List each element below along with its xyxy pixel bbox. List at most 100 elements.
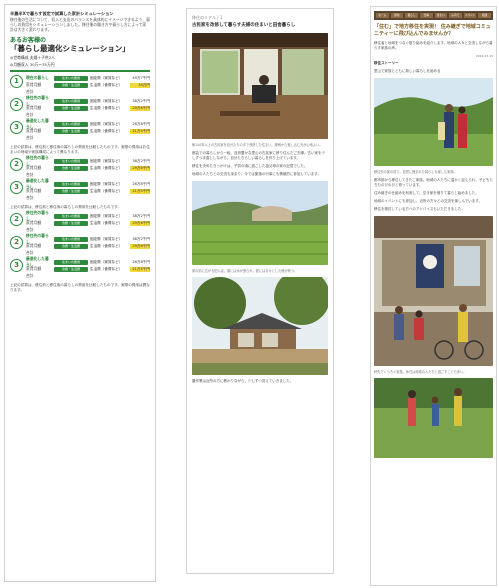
step-number-badge: 2 bbox=[10, 157, 23, 171]
article-text-2: 移住を決めたきっかけは、子供の頃に過ごした祖父母の家の記憶でした。 bbox=[192, 163, 308, 168]
step-number-badge: 3 bbox=[10, 120, 23, 134]
row-sub-label: 合計 bbox=[26, 273, 34, 279]
household-meta: ◎世帯構成 夫婦＋子供2人 bbox=[10, 54, 55, 60]
feature-text-3: 地域のイベントにも参加し、近所の方々との交流を楽しんでいます。 bbox=[374, 198, 482, 203]
note-3: 上記の試算は、移住前と移住後の暮らしの費用を比較したものです。実際の費用は異なり… bbox=[10, 282, 150, 292]
cost-amount-highlight: 29万6千円 bbox=[130, 165, 150, 171]
income-meta: ◎月額収入 30万〜35万円 bbox=[10, 61, 55, 67]
step-rows: 移住先の暮らし 住まいの費用 固定費（家賃など） 38万2千円 家賃月額 食費・… bbox=[26, 210, 150, 234]
nav-item[interactable]: 暮らし bbox=[405, 13, 418, 18]
cost-label: 生活費（食費など） bbox=[90, 266, 123, 271]
cost-amount: 38万2千円 bbox=[132, 236, 150, 241]
article-text-1: 都会での暮らしから一転、自然豊かな里山の古民家に移り住んだご夫婦。古い家を少しず… bbox=[192, 150, 325, 160]
feature-title: 「住む」で地方移住を実現！ 住み継ぎで地域コミュニティーに飛び込んでみませんか？ bbox=[374, 24, 491, 37]
step-heading: 現在の暮らし bbox=[26, 75, 49, 81]
nav-item[interactable]: 移住 bbox=[390, 13, 404, 18]
nav-item[interactable]: ホーム bbox=[376, 13, 389, 18]
cost-amount: 38万2千円 bbox=[132, 98, 150, 103]
steps-group-a: 1 現在の暮らし 住まいの費用 固定費（家賃など） 49万7千円 家賃月額 食費… bbox=[10, 74, 150, 142]
category-button[interactable]: 食費・生活費 bbox=[54, 165, 88, 171]
step-row: 現在の暮らし 住まいの費用 固定費（家賃など） 49万7千円 bbox=[26, 75, 150, 82]
category-button[interactable]: 住まいの費用 bbox=[54, 121, 88, 127]
caption-1: 築100年以上の古民家を自分たちの手で改修した住まい。縁側から差し込む光が心地よ… bbox=[192, 143, 323, 147]
category-button[interactable]: 住まいの費用 bbox=[54, 213, 88, 219]
step-rows: 最適化した暮らし 住まいの費用 固定費（家賃など） 26万8千円 家賃月額 食費… bbox=[26, 178, 150, 202]
step-row: 合計 bbox=[26, 195, 150, 202]
simulation-step: 3 最適化した暮らし 住まいの費用 固定費（家賃など） 26万8千円 家賃月額 … bbox=[10, 118, 150, 142]
section-heading: 移住ストーリー bbox=[374, 61, 399, 66]
simulation-step: 3 最適化した暮らし 住まいの費用 固定費（家賃など） 26万8千円 家賃月額 … bbox=[10, 178, 150, 202]
cost-amount-highlight: 21万5千円 bbox=[130, 266, 150, 272]
step-number-badge: 1 bbox=[10, 74, 23, 88]
category-button[interactable]: 住まいの費用 bbox=[54, 181, 88, 187]
category-button[interactable]: 住まいの費用 bbox=[54, 259, 88, 265]
cost-label: 生活費（食費など） bbox=[90, 220, 123, 225]
category-button[interactable]: 食費・生活費 bbox=[54, 220, 88, 226]
top-nav: ホーム 移住 暮らし 仕事 住まい 子育て イベント 相談 bbox=[374, 11, 493, 20]
category-button[interactable]: 食費・生活費 bbox=[54, 266, 88, 272]
step-rows: 最適化した暮らし 住まいの費用 固定費（家賃など） 26万8千円 家賃月額 食費… bbox=[26, 118, 150, 142]
cost-label: 生活費（食費など） bbox=[90, 105, 123, 110]
cost-label: 固定費（家賃など） bbox=[90, 259, 123, 264]
row-sub-label: 家賃月額 bbox=[26, 165, 42, 171]
step-row: 最適化した暮らし 住まいの費用 固定費（家賃など） 26万8千円 bbox=[26, 178, 150, 189]
porch-photo bbox=[374, 215, 493, 366]
step-row: 移住先の暮らし 住まいの費用 固定費（家賃など） 38万2千円 bbox=[26, 210, 150, 221]
simulation-step: 2 移住先の暮らし 住まいの費用 固定費（家賃など） 38万2千円 家賃月額 食… bbox=[10, 210, 150, 234]
category-button[interactable]: 食費・生活費 bbox=[54, 105, 88, 111]
feature-text-4: 移住を検討している方へのアドバイスもいただきました。 bbox=[374, 206, 465, 211]
cost-label: 固定費（家賃など） bbox=[90, 158, 123, 163]
feature-panel: ホーム 移住 暮らし 仕事 住まい 子育て イベント 相談 「住む」で地方移住を… bbox=[370, 6, 497, 586]
cost-label: 生活費（食費など） bbox=[90, 128, 123, 133]
steps-group-b: 2 移住先の暮らし 住まいの費用 固定費（家賃など） 38万2千円 家賃月額 食… bbox=[10, 155, 150, 202]
category-button[interactable]: 食費・生活費 bbox=[54, 82, 88, 88]
yard-photo bbox=[374, 378, 493, 459]
step-number-badge: 2 bbox=[10, 97, 23, 111]
category-button[interactable]: 食費・生活費 bbox=[54, 128, 88, 134]
category-button[interactable]: 住まいの費用 bbox=[54, 236, 88, 242]
step-row: 合計 bbox=[26, 135, 150, 142]
rice-field-photo bbox=[192, 180, 328, 265]
divider bbox=[10, 69, 150, 72]
step-rows: 現在の暮らし 住まいの費用 固定費（家賃など） 49万7千円 家賃月額 食費・生… bbox=[26, 75, 150, 96]
nav-item[interactable]: 住まい bbox=[434, 13, 448, 18]
category-button[interactable]: 住まいの費用 bbox=[54, 158, 88, 164]
step-number-badge: 3 bbox=[10, 258, 23, 272]
article-text-3: 地域の人たちとの交流も深まり、今では集落の行事にも積極的に参加しています。 bbox=[192, 171, 321, 176]
caption-2: 家の前に広がる田んぼ。春には水が張られ、夏には青々とした稲が育つ。 bbox=[192, 268, 298, 273]
row-sub-label: 家賃月額 bbox=[26, 243, 42, 249]
simulation-step: 2 移住先の暮らし 住まいの費用 固定費（家賃など） 38万2千円 家賃月額 食… bbox=[10, 155, 150, 179]
step-row: 家賃月額 食費・生活費 生活費（食費など） 21万5千円 bbox=[26, 128, 150, 135]
step-row: 家賃月額 食費・生活費 生活費（食費など） 21万5千円 bbox=[26, 266, 150, 273]
nav-item[interactable]: 相談 bbox=[478, 13, 491, 18]
row-sub-label: 家賃月額 bbox=[26, 220, 42, 226]
category-button[interactable]: 住まいの費用 bbox=[54, 75, 88, 81]
step-rows: 移住先の暮らし 住まいの費用 固定費（家賃など） 38万2千円 家賃月額 食費・… bbox=[26, 155, 150, 179]
row-sub-label: 家賃月額 bbox=[26, 188, 42, 194]
note: 上記の試算は、移住前と移住後の暮らしの費用を比較したものです。実際の費用はお住ま… bbox=[10, 144, 150, 154]
feature-text-1: 都市部から移住してきたご家族。地域の人たちに温かく迎えられ、子どもたちものびのび… bbox=[374, 177, 493, 187]
category-button[interactable]: 住まいの費用 bbox=[54, 98, 88, 104]
nav-item[interactable]: 子育て bbox=[449, 13, 462, 18]
family-photo bbox=[374, 78, 493, 167]
simulation-step: 2 移住先の暮らし 住まいの費用 固定費（家賃など） 38万2千円 家賃月額 食… bbox=[10, 95, 150, 119]
row-sub-label: 合計 bbox=[26, 195, 34, 201]
step-row: 最適化した暮らし 住まいの費用 固定費（家賃など） 26万8千円 bbox=[26, 256, 150, 267]
nav-item[interactable]: イベント bbox=[463, 13, 477, 18]
row-sub-label: 家賃月額 bbox=[26, 128, 42, 134]
cost-amount-highlight: 34万円 bbox=[130, 82, 150, 88]
nav-item[interactable]: 仕事 bbox=[419, 13, 433, 18]
cost-amount-highlight: 29万6千円 bbox=[130, 243, 150, 249]
step-rows: 移住先の暮らし 住まいの費用 固定費（家賃など） 38万2千円 家賃月額 食費・… bbox=[26, 95, 150, 119]
steps-group-c: 2 移住先の暮らし 住まいの費用 固定費（家賃など） 38万2千円 家賃月額 食… bbox=[10, 210, 150, 280]
category-button[interactable]: 食費・生活費 bbox=[54, 188, 88, 194]
note-2: 上記の試算は、移住前と移住後の暮らしの費用を比較したものです。 bbox=[10, 204, 122, 209]
section-sub: 里山で家族とともに新しい暮らしを始める bbox=[374, 69, 441, 74]
row-sub-label: 合計 bbox=[26, 135, 34, 141]
step-rows: 移住先の暮らし 住まいの費用 固定費（家賃など） 38万2千円 家賃月額 食費・… bbox=[26, 233, 150, 257]
step-row: 家賃月額 食費・生活費 生活費（食費など） 29万6千円 bbox=[26, 105, 150, 112]
feature-text-2: 住み継ぎの仕組みを利用して、空き家を借りて暮らし始めました。 bbox=[374, 190, 479, 195]
cost-label: 固定費（家賃など） bbox=[90, 236, 123, 241]
publish-date: 2024.03.15 bbox=[475, 54, 493, 59]
category-button[interactable]: 食費・生活費 bbox=[54, 243, 88, 249]
